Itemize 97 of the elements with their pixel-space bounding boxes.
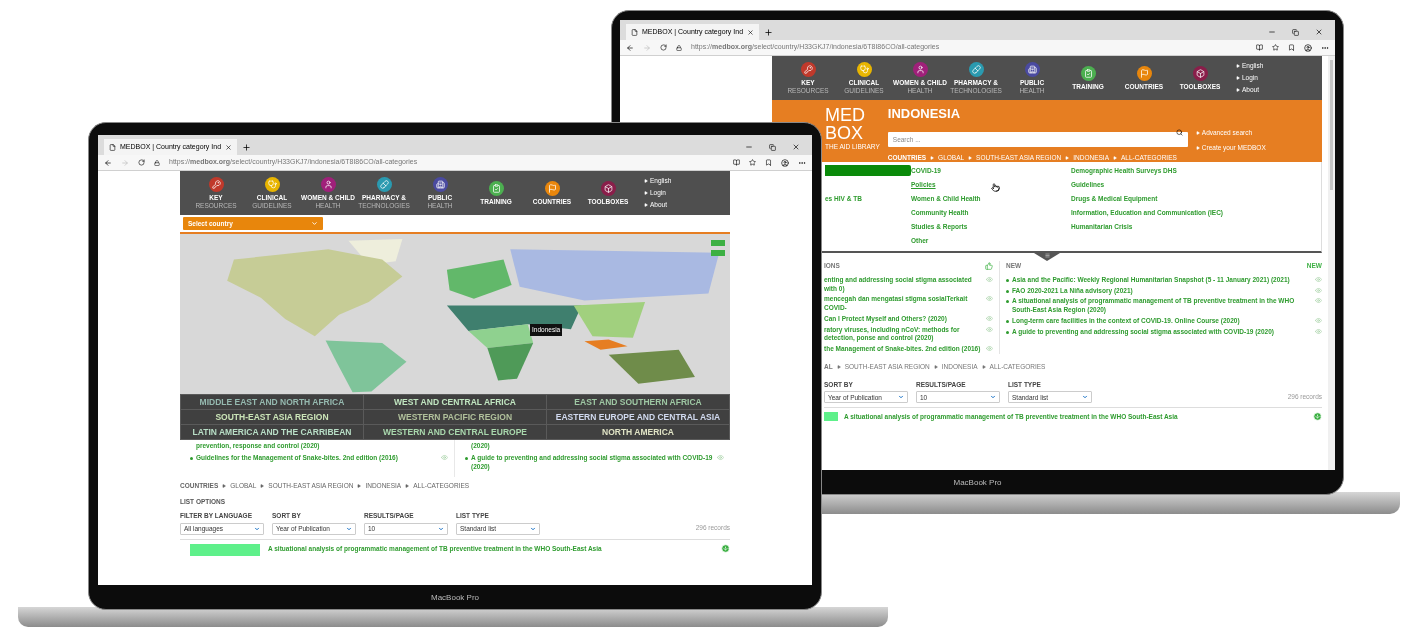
caret-icon (1236, 87, 1240, 92)
close-icon[interactable] (1315, 28, 1323, 36)
eye-icon[interactable] (986, 345, 993, 353)
region-link[interactable]: WESTERN PACIFIC REGION (364, 410, 546, 424)
caret-icon (222, 484, 227, 489)
thumbnail (190, 543, 260, 556)
chevron-down-icon (346, 525, 352, 532)
region-link[interactable]: NORTH AMERICA (547, 425, 729, 439)
bullet-icon (1006, 330, 1009, 334)
chevron-down-icon (438, 525, 444, 532)
region-link[interactable]: WESTERN AND CENTRAL EUROPE (364, 425, 546, 439)
reload-icon[interactable] (138, 159, 145, 166)
search-icon[interactable] (1175, 129, 1183, 136)
eye-icon[interactable] (1315, 316, 1322, 324)
download-icon[interactable] (721, 543, 730, 553)
star-icon[interactable] (749, 159, 756, 166)
forward-arrow-icon[interactable] (643, 43, 651, 52)
bullet-icon (1006, 319, 1009, 323)
laptop-label: MacBook Pro (953, 477, 1002, 489)
lock-icon (676, 44, 682, 51)
caret-icon (357, 484, 362, 489)
caret-icon (968, 155, 973, 160)
book-icon[interactable] (1256, 44, 1263, 51)
caret-icon (1236, 76, 1240, 80)
region-link[interactable]: WEST AND CENTRAL AFRICA (364, 395, 546, 409)
new-tab-icon[interactable] (764, 28, 774, 37)
region-link[interactable]: EASTERN EUROPE AND CENTRAL ASIA (547, 410, 729, 424)
page-icon (109, 143, 116, 151)
bookmark-icon[interactable] (1288, 44, 1295, 51)
eye-icon[interactable] (986, 314, 993, 322)
chevron-down-icon (311, 220, 318, 227)
map-region[interactable] (468, 324, 534, 349)
caret-icon (405, 484, 410, 489)
page-title: INDONESIA (887, 106, 962, 121)
region-link[interactable]: MIDDLE EAST AND NORTH AFRICA (181, 395, 363, 409)
profile-icon[interactable] (1304, 43, 1312, 52)
minimize-icon[interactable] (1268, 28, 1276, 36)
close-icon[interactable] (747, 28, 755, 36)
back-arrow-icon[interactable] (104, 158, 112, 167)
eye-icon[interactable] (1315, 275, 1322, 283)
thumbs-up-icon (985, 261, 993, 270)
caret-icon (1195, 130, 1200, 135)
logo-text: BOX (825, 124, 863, 142)
scrollbar[interactable] (1328, 56, 1335, 470)
region-link[interactable]: EAST AND SOUTHERN AFRICA (547, 395, 729, 409)
book-icon[interactable] (733, 159, 740, 166)
chevron-down-icon (1082, 394, 1088, 401)
restore-icon[interactable] (1292, 28, 1299, 36)
caret-icon (1195, 145, 1200, 150)
region-link[interactable]: LATIN AMERICA AND THE CARRIBEAN (181, 425, 363, 439)
bullet-icon (465, 456, 468, 460)
caret-icon (933, 364, 938, 369)
eye-icon[interactable] (1315, 286, 1322, 294)
star-icon[interactable] (1272, 44, 1279, 51)
caret-icon (644, 179, 648, 184)
caret-icon (644, 202, 648, 207)
bullet-icon (1006, 278, 1009, 282)
eye-icon[interactable] (986, 295, 993, 303)
bullet-icon (1006, 300, 1009, 304)
eye-icon[interactable] (1315, 327, 1322, 335)
chevron-down-icon (254, 525, 260, 532)
forward-arrow-icon[interactable] (121, 158, 129, 167)
page-icon (631, 28, 638, 36)
eye-icon[interactable] (441, 453, 448, 461)
logo-text: MED (825, 106, 865, 124)
close-icon[interactable] (225, 143, 233, 151)
caret-icon (260, 484, 265, 489)
chevron-down-icon (990, 394, 996, 401)
minimize-icon[interactable] (745, 143, 753, 151)
eye-icon[interactable] (717, 453, 724, 461)
lock-icon (154, 159, 160, 166)
region-link[interactable]: SOUTH-EAST ASIA REGION (181, 410, 363, 424)
caret-icon (1065, 155, 1070, 160)
back-arrow-icon[interactable] (626, 43, 634, 52)
caret-icon (644, 191, 648, 195)
caret-icon (930, 155, 935, 160)
eye-icon[interactable] (986, 325, 993, 333)
caret-icon (1113, 155, 1117, 160)
restore-icon[interactable] (769, 143, 776, 151)
download-icon[interactable] (1313, 412, 1322, 422)
bullet-icon (190, 456, 193, 460)
hand-cursor-icon (991, 183, 1000, 192)
thumbnail (824, 412, 838, 422)
chevron-down-icon (898, 394, 904, 401)
bookmark-icon[interactable] (765, 159, 772, 166)
eye-icon[interactable] (1315, 297, 1322, 305)
caret-icon (836, 364, 841, 369)
eye-icon[interactable] (986, 275, 993, 283)
new-tab-icon[interactable] (242, 143, 252, 152)
profile-icon[interactable] (781, 158, 789, 167)
laptop-label: MacBook Pro (431, 592, 479, 604)
reload-icon[interactable] (660, 44, 667, 51)
caret-icon (981, 364, 986, 369)
chevron-down-icon (530, 525, 536, 532)
bullet-icon (1006, 289, 1009, 293)
close-icon[interactable] (792, 143, 800, 151)
caret-icon (1236, 64, 1240, 69)
